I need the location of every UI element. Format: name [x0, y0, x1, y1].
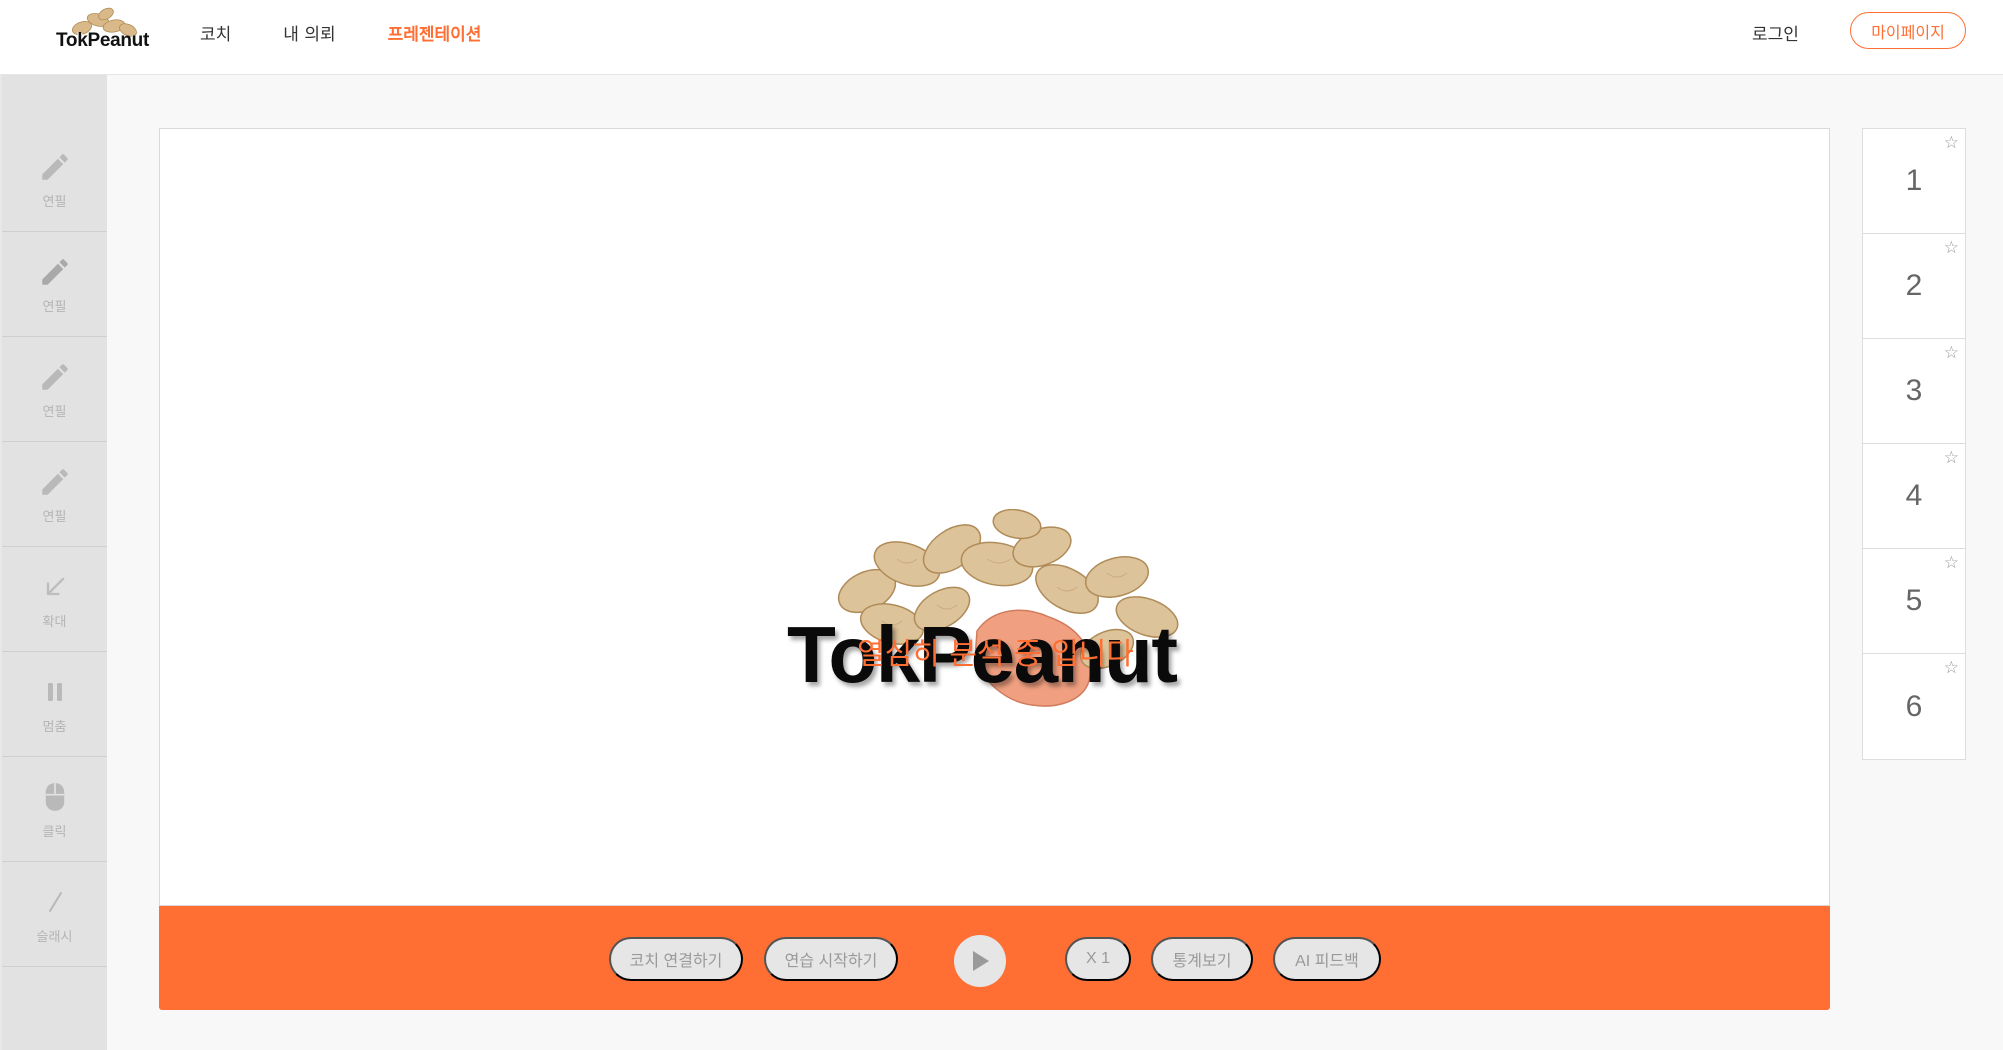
analyzing-logo: TokPeanut: [787, 509, 1219, 714]
pencil-icon: [37, 464, 73, 500]
nav-item-my-requests[interactable]: 내 의뢰: [283, 20, 335, 45]
slide-number: 6: [1905, 689, 1923, 723]
tool-label: 멈춤: [42, 719, 67, 735]
slash-icon: [37, 884, 73, 920]
star-icon[interactable]: ☆: [1944, 660, 1959, 677]
tool-zoom[interactable]: 확대: [2, 547, 107, 652]
tool-label: 연필: [42, 404, 67, 420]
tool-label: 클릭: [42, 824, 67, 840]
tool-click[interactable]: 클릭: [2, 757, 107, 862]
mouse-icon: [37, 779, 73, 815]
analyzing-status-text: 열심히 분석 중 입니다: [856, 637, 1134, 672]
stats-button[interactable]: 통계보기: [1151, 937, 1253, 981]
star-icon[interactable]: ☆: [1944, 555, 1959, 572]
tool-pencil-3[interactable]: 연필: [2, 337, 107, 442]
slide-number: 4: [1905, 479, 1923, 512]
slide-thumbnail-panel: ☆ 1 ☆ 2 ☆ 3 ☆ 4 ☆ 5 ☆ 6: [1862, 128, 1966, 760]
presentation-stage: TokPeanut 열심히 분석 중 입니다: [159, 128, 1830, 906]
nav-item-presentation[interactable]: 프레젠테이션: [388, 20, 482, 45]
tool-pencil-2[interactable]: 연필: [2, 232, 107, 337]
slide-thumbnail-2[interactable]: ☆ 2: [1863, 234, 1965, 339]
tool-pencil-1[interactable]: 연필: [2, 127, 107, 232]
slide-thumbnail-1[interactable]: ☆ 1: [1863, 129, 1965, 234]
star-icon[interactable]: ☆: [1944, 450, 1959, 467]
slide-number: 5: [1905, 584, 1923, 617]
mypage-button[interactable]: 마이페이지: [1850, 12, 1966, 49]
slide-thumbnail-5[interactable]: ☆ 5: [1863, 549, 1965, 654]
nav-item-coach[interactable]: 코치: [200, 20, 231, 45]
logo[interactable]: TokPeanut: [50, 6, 154, 54]
tool-slash[interactable]: 슬래시: [2, 862, 107, 967]
slide-thumbnail-6[interactable]: ☆ 6: [1863, 654, 1965, 759]
control-bar: 코치 연결하기 연습 시작하기 X 1 통계보기 AI 피드백: [159, 906, 1830, 1010]
slide-number: 1: [1905, 164, 1923, 197]
star-icon[interactable]: ☆: [1944, 240, 1959, 257]
tool-sidebar: 연필 연필 연필 연필 확대 멈춤 클릭 슬래시: [0, 75, 107, 1050]
zoom-arrow-icon: [37, 569, 73, 605]
login-link[interactable]: 로그인: [1752, 20, 1799, 45]
play-icon: [973, 951, 989, 971]
tool-pause[interactable]: 멈춤: [2, 652, 107, 757]
tool-label: 연필: [42, 194, 67, 210]
slide-number: 3: [1905, 374, 1923, 407]
pencil-icon: [37, 254, 73, 290]
pause-icon: [37, 674, 73, 710]
ai-feedback-button[interactable]: AI 피드백: [1273, 937, 1381, 981]
tool-label: 연필: [42, 299, 67, 315]
coach-connect-button[interactable]: 코치 연결하기: [609, 937, 743, 981]
play-button[interactable]: [954, 935, 1006, 987]
tool-label: 연필: [42, 509, 67, 525]
pencil-icon: [37, 149, 73, 185]
top-navigation-bar: TokPeanut 코치 내 의뢰 프레젠테이션 로그인 마이페이지: [0, 0, 2003, 75]
tool-label: 슬래시: [36, 929, 73, 945]
slide-thumbnail-3[interactable]: ☆ 3: [1863, 339, 1965, 444]
start-practice-button[interactable]: 연습 시작하기: [764, 937, 898, 981]
speed-button[interactable]: X 1: [1065, 937, 1131, 981]
tool-label: 확대: [42, 614, 67, 630]
star-icon[interactable]: ☆: [1944, 135, 1959, 152]
logo-text: TokPeanut: [56, 30, 150, 51]
star-icon[interactable]: ☆: [1944, 345, 1959, 362]
pencil-icon: [37, 359, 73, 395]
main-nav: 코치 내 의뢰 프레젠테이션: [200, 20, 481, 45]
tool-pencil-4[interactable]: 연필: [2, 442, 107, 547]
slide-thumbnail-4[interactable]: ☆ 4: [1863, 444, 1965, 549]
slide-number: 2: [1905, 269, 1923, 302]
